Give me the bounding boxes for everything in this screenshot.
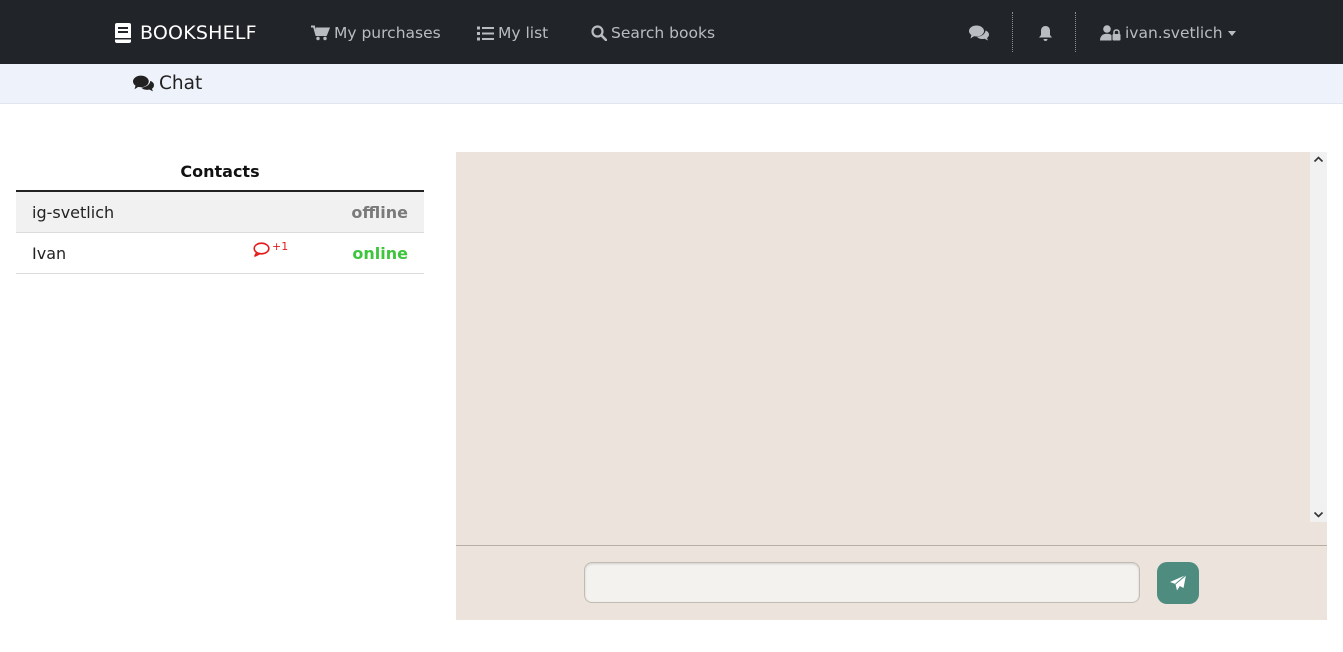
- chevron-down-icon[interactable]: [1313, 509, 1324, 520]
- contact-status: offline: [351, 203, 408, 222]
- page-title: Chat: [133, 72, 202, 94]
- list-icon: [477, 26, 494, 40]
- brand-name: BOOKSHELF: [140, 22, 257, 44]
- top-navbar: BOOKSHELF My purchases My list Search bo…: [0, 0, 1343, 64]
- comments-icon: [133, 75, 154, 91]
- user-menu-dropdown[interactable]: ivan.svetlich: [1100, 22, 1236, 44]
- nav-my-purchases-label: My purchases: [334, 24, 441, 42]
- contact-name: ig-svetlich: [32, 203, 115, 222]
- cart-icon: [311, 25, 330, 41]
- messages-scrollbar[interactable]: [1310, 152, 1327, 522]
- nav-my-purchases[interactable]: My purchases: [311, 22, 441, 44]
- contacts-heading: Contacts: [16, 152, 424, 192]
- nav-divider: [1012, 12, 1013, 52]
- unread-count: +1: [272, 240, 289, 253]
- unread-indicator: +1: [253, 240, 289, 257]
- contact-item[interactable]: ig-svetlich offline: [16, 192, 424, 233]
- chevron-down-icon: [1227, 30, 1236, 36]
- user-lock-icon: [1100, 25, 1121, 41]
- message-input[interactable]: [584, 562, 1140, 603]
- contacts-panel: Contacts ig-svetlich offline Ivan +1 onl…: [16, 152, 424, 274]
- chevron-up-icon[interactable]: [1313, 154, 1324, 165]
- nav-my-list[interactable]: My list: [477, 22, 548, 44]
- comment-icon: [253, 242, 270, 257]
- book-icon: [115, 23, 131, 43]
- contact-name: Ivan: [32, 244, 67, 263]
- contact-status: online: [352, 244, 408, 263]
- nav-search-books[interactable]: Search books: [591, 22, 715, 44]
- messages-area[interactable]: [456, 152, 1327, 522]
- contact-item[interactable]: Ivan +1 online: [16, 233, 424, 274]
- chat-panel: [456, 152, 1327, 620]
- comments-icon: [969, 25, 989, 41]
- nav-my-list-label: My list: [498, 24, 549, 42]
- paper-plane-icon: [1170, 574, 1187, 591]
- page-subheader: Chat: [0, 64, 1343, 104]
- send-button[interactable]: [1157, 562, 1199, 604]
- username-label: ivan.svetlich: [1125, 24, 1223, 42]
- bell-icon: [1038, 25, 1052, 41]
- chat-divider: [456, 545, 1327, 546]
- brand-link[interactable]: BOOKSHELF: [114, 20, 257, 46]
- nav-search-books-label: Search books: [611, 24, 716, 42]
- nav-chat-button[interactable]: [968, 22, 990, 44]
- page-title-text: Chat: [159, 72, 203, 94]
- search-icon: [591, 25, 607, 41]
- nav-divider: [1075, 12, 1076, 52]
- nav-notifications-button[interactable]: [1034, 22, 1056, 44]
